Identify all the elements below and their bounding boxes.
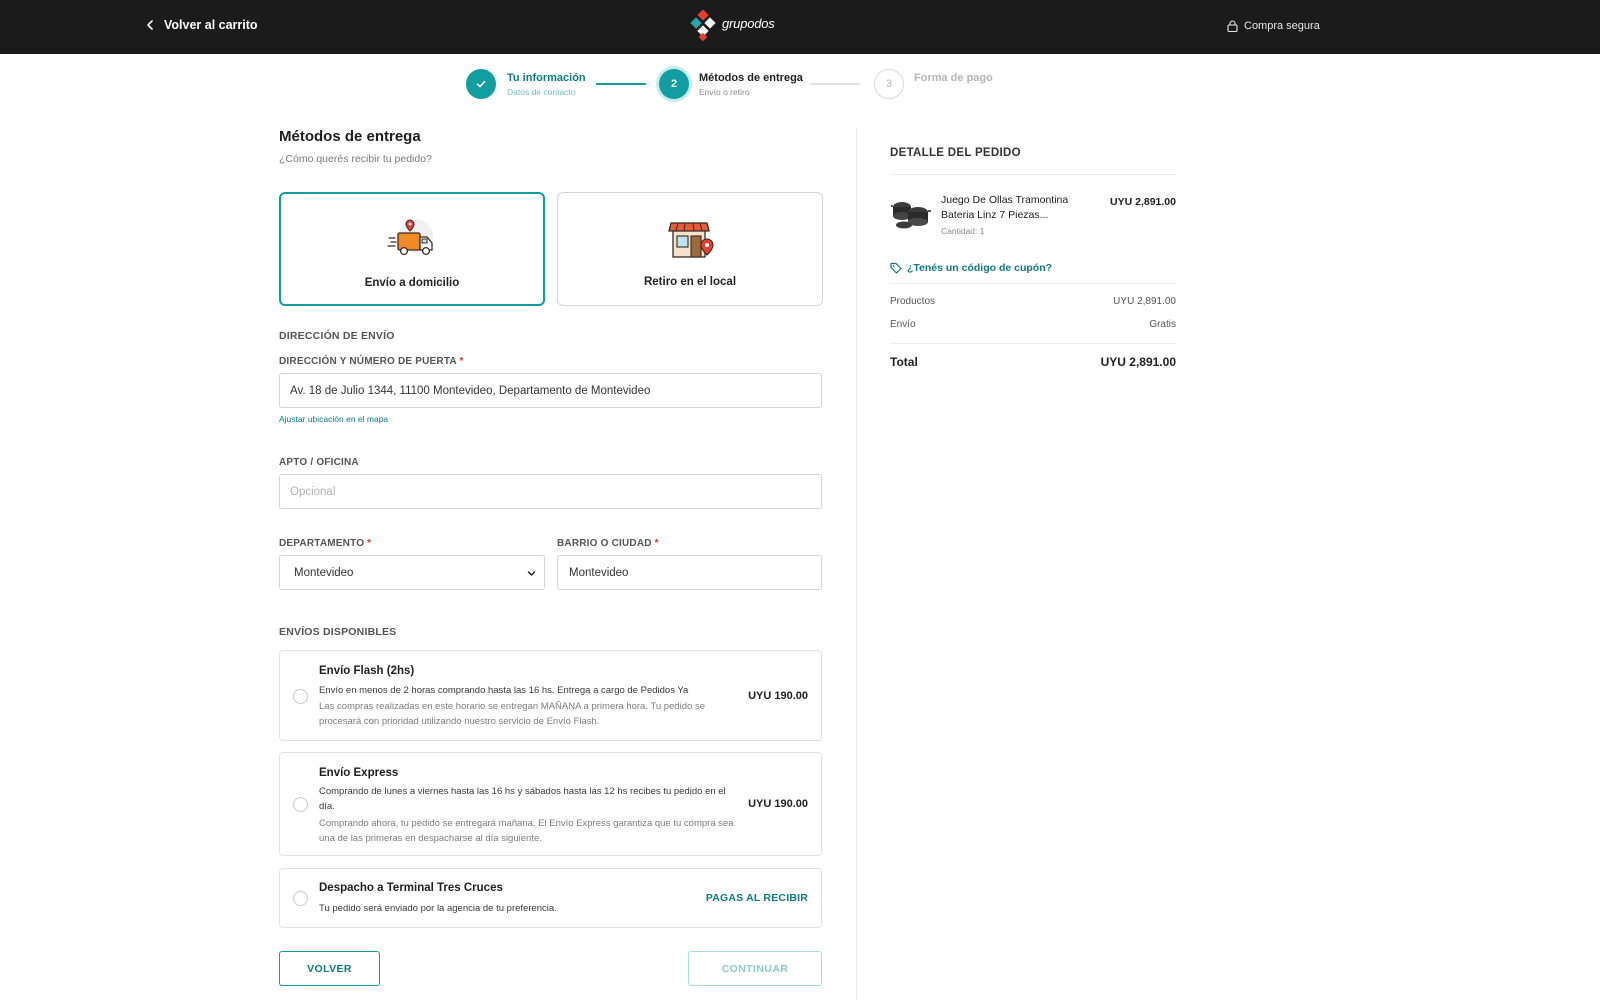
shipping-terminal-radio[interactable] bbox=[293, 891, 308, 906]
street-field-label: DIRECCIÓN Y NÚMERO DE PUERTA * bbox=[279, 356, 464, 367]
coupon-code-link[interactable]: ¿Tenés un código de cupón? bbox=[890, 262, 1052, 274]
store-pickup-icon bbox=[664, 215, 716, 263]
back-to-cart-label: Volver al carrito bbox=[164, 18, 258, 32]
step-2-circle: 2 bbox=[659, 69, 689, 99]
step-3-title: Forma de pago bbox=[914, 72, 993, 84]
step-connector-1 bbox=[596, 83, 646, 85]
product-quantity: Cantidad: 1 bbox=[941, 226, 985, 236]
lock-icon bbox=[1227, 20, 1238, 32]
logo-wordmark: grupodos bbox=[722, 15, 775, 31]
shipping-address-section-label: DIRECCIÓN DE ENVÍO bbox=[279, 330, 395, 342]
order-summary-title: DETALLE DEL PEDIDO bbox=[890, 147, 1021, 159]
summary-divider bbox=[890, 174, 1176, 175]
shipping-flash-desc: Envío en menos de 2 horas comprando hast… bbox=[319, 685, 689, 696]
step-1-check-icon[interactable] bbox=[466, 69, 496, 99]
street-address-input[interactable]: Av. 18 de Julio 1344, 11100 Montevideo, … bbox=[279, 373, 822, 408]
city-input[interactable]: Montevideo bbox=[557, 555, 822, 590]
back-button[interactable]: VOLVER bbox=[279, 951, 380, 986]
coupon-code-label: ¿Tenés un código de cupón? bbox=[907, 262, 1053, 274]
delivery-truck-icon bbox=[386, 216, 438, 264]
shipping-flash-radio[interactable] bbox=[293, 689, 308, 704]
chevron-left-icon bbox=[147, 20, 153, 30]
tag-icon bbox=[890, 262, 902, 274]
required-mark: * bbox=[459, 356, 464, 367]
street-field-label-text: DIRECCIÓN Y NÚMERO DE PUERTA bbox=[279, 356, 457, 367]
summary-products-label: Productos bbox=[890, 296, 936, 307]
summary-divider bbox=[890, 283, 1176, 284]
department-select[interactable]: Montevideo bbox=[279, 555, 545, 590]
summary-shipping-label: Envío bbox=[890, 319, 916, 330]
summary-divider bbox=[890, 343, 1176, 344]
back-to-cart-link[interactable]: Volver al carrito bbox=[144, 18, 258, 32]
city-field-label-text: BARRIO O CIUDAD bbox=[557, 538, 652, 549]
shipping-express-price: UYU 190.00 bbox=[748, 798, 808, 810]
column-divider bbox=[856, 128, 857, 1000]
shipping-flash-title: Envío Flash (2hs) bbox=[319, 665, 415, 677]
shipping-option-flash[interactable]: Envío Flash (2hs) Envío en menos de 2 ho… bbox=[279, 650, 822, 741]
department-field-label: DEPARTAMENTO * bbox=[279, 538, 371, 549]
shipping-option-terminal[interactable]: Despacho a Terminal Tres Cruces Tu pedid… bbox=[279, 868, 822, 928]
city-field-label: BARRIO O CIUDAD * bbox=[557, 538, 659, 549]
step-2-subtitle: Envío o retiro bbox=[699, 87, 750, 97]
shipping-express-title: Envío Express bbox=[319, 767, 399, 779]
apt-field-label: APTO / OFICINA bbox=[279, 457, 359, 468]
summary-total-label: Total bbox=[890, 355, 918, 369]
department-select-value: Montevideo bbox=[294, 566, 354, 579]
shipping-terminal-desc: Tu pedido será enviado por la agencia de… bbox=[319, 903, 557, 914]
method-home-delivery-label: Envío a domicilio bbox=[364, 277, 460, 289]
required-mark: * bbox=[367, 538, 372, 549]
shipping-express-radio[interactable] bbox=[293, 797, 308, 812]
secure-purchase-badge: Compra segura bbox=[1227, 20, 1320, 32]
top-header: Volver al carrito grupodos Compra segura bbox=[0, 0, 1600, 54]
shipping-express-note: Comprando ahora, tu pedido se entregará … bbox=[319, 818, 734, 844]
shipping-option-express[interactable]: Envío Express Comprando de lunes a viern… bbox=[279, 752, 822, 856]
shipping-flash-note: Las compras realizadas en este horario s… bbox=[319, 701, 706, 727]
brand-logo[interactable]: grupodos bbox=[690, 10, 775, 42]
available-shipping-label: ENVÍOS DISPONIBLES bbox=[279, 626, 397, 638]
summary-products-value: UYU 2,891.00 bbox=[1113, 296, 1176, 307]
checkout-stepper: Tu información Datos de contacto 2 Métod… bbox=[0, 68, 1600, 100]
department-field-label-text: DEPARTAMENTO bbox=[279, 538, 365, 549]
page-subtitle: ¿Cómo querés recibir tu pedido? bbox=[279, 153, 432, 165]
step-connector-2 bbox=[810, 83, 860, 85]
product-name: Juego De Ollas Tramontina Bateria Linz 7… bbox=[941, 194, 1069, 221]
step-3-circle: 3 bbox=[874, 69, 904, 99]
shipping-flash-price: UYU 190.00 bbox=[748, 690, 808, 702]
shipping-terminal-title: Despacho a Terminal Tres Cruces bbox=[319, 882, 503, 894]
page-title: Métodos de entrega bbox=[279, 128, 421, 145]
continue-button[interactable]: CONTINUAR bbox=[688, 951, 822, 986]
summary-total-value: UYU 2,891.00 bbox=[1100, 355, 1176, 369]
method-store-pickup-label: Retiro en el local bbox=[643, 276, 737, 288]
secure-purchase-label: Compra segura bbox=[1244, 20, 1320, 32]
method-store-pickup-card[interactable]: Retiro en el local bbox=[557, 192, 823, 306]
required-mark: * bbox=[654, 538, 659, 549]
shipping-terminal-pay-badge: PAGAS AL RECIBIR bbox=[705, 892, 808, 904]
product-thumbnail bbox=[890, 192, 932, 234]
chevron-down-icon bbox=[527, 571, 536, 576]
method-home-delivery-card[interactable]: Envío a domicilio bbox=[279, 192, 545, 306]
product-price: UYU 2,891.00 bbox=[1110, 196, 1176, 208]
step-2-title: Métodos de entrega bbox=[699, 72, 803, 84]
logo-mark-icon bbox=[690, 10, 716, 42]
summary-shipping-value: Gratis bbox=[1149, 319, 1176, 330]
shipping-express-desc: Comprando de lunes a viernes hasta las 1… bbox=[319, 786, 726, 812]
step-1-subtitle: Datos de contacto bbox=[507, 87, 576, 97]
step-1-title: Tu información bbox=[507, 72, 586, 84]
adjust-map-link[interactable]: Ajustar ubicación en el mapa bbox=[279, 414, 388, 424]
apt-office-input[interactable]: Opcional bbox=[279, 474, 822, 509]
